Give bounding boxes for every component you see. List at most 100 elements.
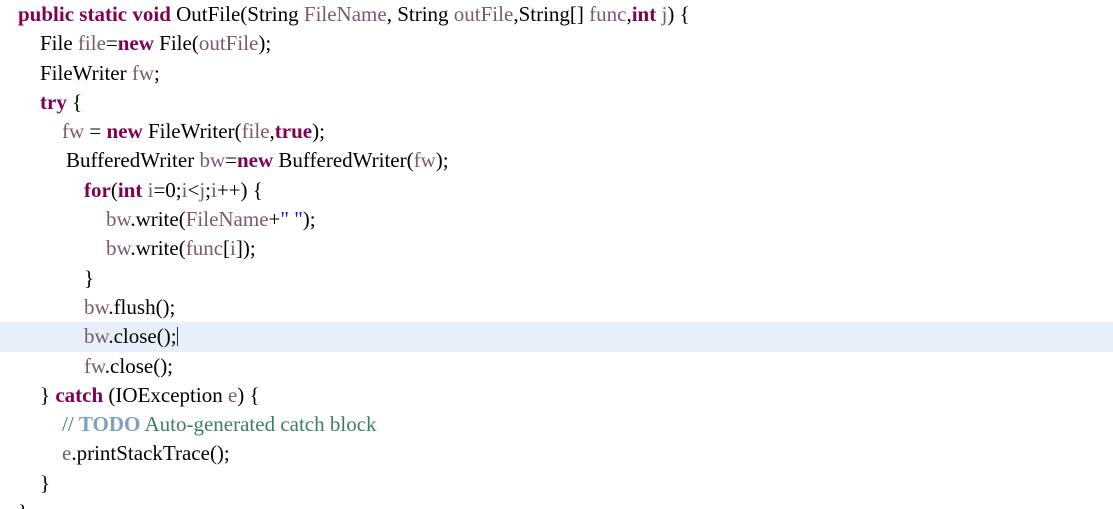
code-line[interactable]: File file=new File(outFile); <box>0 29 1113 58</box>
code-line[interactable]: } <box>0 264 1113 293</box>
code-token-kw: new <box>117 31 154 56</box>
code-token-var: outFile <box>198 31 259 56</box>
code-line-content: for(int i=0;i<j;i++) { <box>18 178 263 202</box>
code-token-var: func <box>185 236 224 261</box>
code-token-var: fw <box>62 119 85 144</box>
code-line[interactable]: bw.write(FileName+" "); <box>0 205 1113 234</box>
code-line[interactable]: // TODO Auto-generated catch block <box>0 410 1113 439</box>
code-token-plain: BufferedWriter( <box>273 148 414 173</box>
code-line-content: // TODO Auto-generated catch block <box>18 412 377 436</box>
code-token-kw: void <box>132 2 171 26</box>
code-token-kw: try <box>40 89 67 114</box>
code-token-kw: public <box>18 2 75 26</box>
code-line-content: fw = new FileWriter(file,true); <box>18 119 325 143</box>
code-line-content: try { <box>18 90 82 114</box>
code-token-var: e <box>227 382 238 407</box>
code-token-plain: File <box>40 31 78 56</box>
code-line[interactable]: } <box>0 469 1113 498</box>
code-token-kw: for <box>84 177 111 202</box>
code-line-content: } <box>18 500 28 509</box>
code-line[interactable]: FileWriter fw; <box>0 59 1113 88</box>
code-line[interactable]: } <box>0 498 1113 509</box>
text-cursor <box>176 327 178 347</box>
code-token-plain: } <box>84 265 95 290</box>
code-token-var: func <box>589 2 627 26</box>
code-token-plain: ++) { <box>216 177 263 202</box>
code-token-plain: + <box>268 207 281 232</box>
code-line-content: public static void OutFile(String FileNa… <box>18 2 690 26</box>
code-line[interactable]: for(int i=0;i<j;i++) { <box>0 176 1113 205</box>
code-text-area[interactable]: public static void OutFile(String FileNa… <box>0 0 1113 509</box>
code-token-var: fw <box>84 353 105 378</box>
code-line-content: bw.write(func[i]); <box>18 236 256 260</box>
code-token-str: " " <box>280 207 303 232</box>
code-token-plain: ); <box>435 148 449 173</box>
code-token-plain: ; <box>154 60 160 85</box>
code-token-kw: catch <box>55 382 104 407</box>
code-token-kw: int <box>117 177 143 202</box>
code-line[interactable]: } catch (IOException e) { <box>0 381 1113 410</box>
code-token-var: bw <box>106 207 131 232</box>
code-line-content: e.printStackTrace(); <box>18 441 230 465</box>
code-token-plain: [ <box>223 236 231 261</box>
code-token-plain: (IOException <box>103 382 228 407</box>
code-line-content: } <box>18 266 94 290</box>
code-token-plain: ); <box>312 119 325 144</box>
code-line-content: fw.close(); <box>18 354 173 378</box>
code-line[interactable]: fw = new FileWriter(file,true); <box>0 117 1113 146</box>
code-token-var: file <box>77 31 106 56</box>
code-token-plain: } <box>40 470 51 495</box>
code-token-var: bw <box>84 324 109 349</box>
code-line[interactable]: fw.close(); <box>0 352 1113 381</box>
code-line-content: bw.write(FileName+" "); <box>18 207 316 231</box>
code-token-plain: .write( <box>130 207 186 232</box>
code-token-kw: int <box>631 2 657 26</box>
code-line-content: FileWriter fw; <box>18 61 160 85</box>
code-token-var: e <box>62 441 72 466</box>
code-token-plain: ); <box>258 31 272 56</box>
code-editor-pane[interactable]: public static void OutFile(String FileNa… <box>0 0 1113 509</box>
code-token-plain: FileWriter <box>40 60 132 85</box>
code-token-plain: ,String[] <box>513 2 590 26</box>
code-token-plain: .printStackTrace(); <box>71 441 230 466</box>
code-line-content: bw.close(); <box>18 324 178 348</box>
code-token-plain: ( <box>110 177 118 202</box>
code-token-plain: ) { <box>667 2 690 26</box>
code-line-content: bw.flush(); <box>18 295 175 319</box>
code-token-plain: ) { <box>237 382 260 407</box>
code-token-plain: .write( <box>130 236 186 261</box>
code-token-plain: .close(); <box>104 353 174 378</box>
code-token-plain: } <box>18 500 28 509</box>
code-line[interactable]: bw.close(); <box>0 322 1113 352</box>
code-token-kw: new <box>236 148 274 173</box>
code-line[interactable]: public static void OutFile(String FileNa… <box>0 0 1113 29</box>
code-token-cmt: Auto-generated catch block <box>140 412 377 437</box>
code-token-var: file <box>241 119 270 144</box>
code-line[interactable]: e.printStackTrace(); <box>0 439 1113 468</box>
code-token-kw: true <box>274 119 313 144</box>
code-token-kw: static <box>79 2 128 26</box>
code-token-plain: ); <box>302 207 316 232</box>
code-token-plain: = <box>225 148 237 173</box>
code-token-var: outFile <box>453 2 514 26</box>
code-line[interactable]: BufferedWriter bw=new BufferedWriter(fw)… <box>0 146 1113 175</box>
code-token-var: fw <box>413 148 436 173</box>
code-token-var: FileName <box>303 2 387 26</box>
code-line[interactable]: bw.flush(); <box>0 293 1113 322</box>
code-token-kw: new <box>106 119 143 144</box>
code-line[interactable]: bw.write(func[i]); <box>0 234 1113 263</box>
code-line[interactable]: try { <box>0 88 1113 117</box>
code-token-plain: < <box>187 177 200 202</box>
code-token-var: bw <box>106 236 131 261</box>
code-token-plain: , String <box>386 2 454 26</box>
code-token-plain: = <box>153 177 166 202</box>
code-token-num: 0 <box>165 177 176 202</box>
code-line-content: BufferedWriter bw=new BufferedWriter(fw)… <box>18 148 449 172</box>
code-token-cmt: // <box>62 412 79 437</box>
code-token-plain: } <box>40 382 56 407</box>
code-token-plain: = <box>105 31 118 56</box>
code-token-var: bw <box>199 148 226 173</box>
code-token-plain: { <box>66 89 83 114</box>
code-line-content: } <box>18 471 50 495</box>
code-token-plain: ]); <box>235 236 256 261</box>
